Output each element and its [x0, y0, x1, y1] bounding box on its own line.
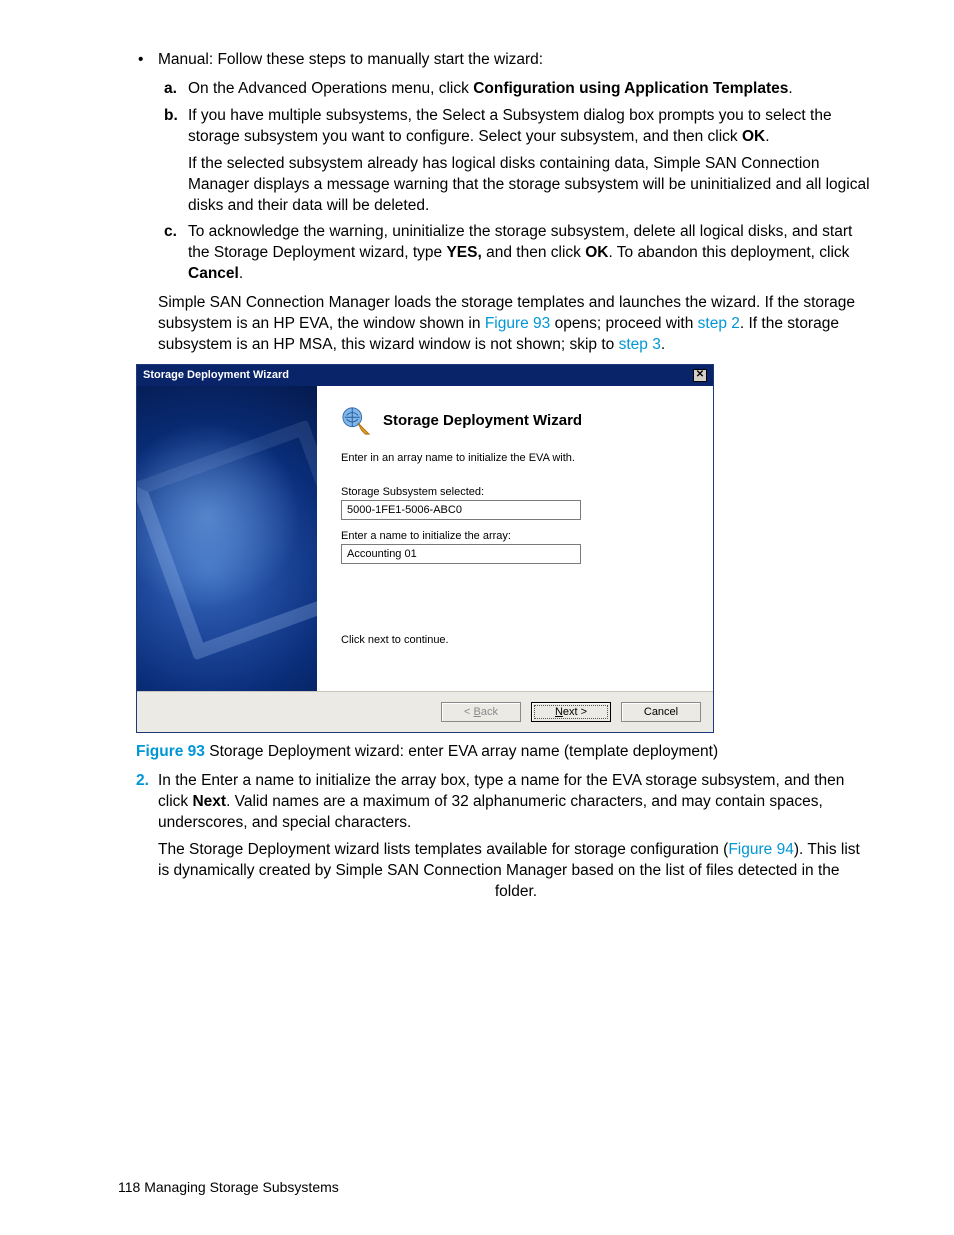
step-b: b. If you have multiple subsystems, the …: [188, 106, 874, 217]
step-c: c. To acknowledge the warning, uninitial…: [188, 222, 874, 285]
page-footer: 118 Managing Storage Subsystems: [118, 1179, 339, 1195]
cancel-button[interactable]: Cancel: [621, 702, 701, 722]
figure-93-label: Figure 93: [136, 743, 205, 760]
wizard-heading: Storage Deployment Wizard: [383, 412, 582, 429]
wizard-side-graphic: [137, 386, 317, 691]
step-c-b2: OK: [585, 244, 608, 261]
storage-deployment-wizard-dialog: Storage Deployment Wizard ✕ Storage Depl…: [136, 364, 714, 733]
array-name-field[interactable]: [341, 544, 581, 564]
close-icon[interactable]: ✕: [693, 369, 707, 382]
step-2-p2: The Storage Deployment wizard lists temp…: [158, 840, 874, 903]
link-figure-93[interactable]: Figure 93: [485, 315, 550, 332]
step-a-text: On the Advanced Operations menu, click: [188, 80, 473, 97]
step-2-bold: Next: [192, 793, 226, 810]
step-c-marker: c.: [164, 222, 177, 243]
wizard-header-row: Storage Deployment Wizard: [341, 406, 701, 436]
step-2-marker: 2.: [136, 771, 149, 792]
wizard-footer: < Back Next > Cancel: [137, 691, 713, 732]
manual-bullet-list: Manual: Follow these steps to manually s…: [118, 50, 874, 71]
next-button[interactable]: Next >: [531, 702, 611, 722]
footer-section: Managing Storage Subsystems: [140, 1179, 338, 1195]
wizard-body: Storage Deployment Wizard Enter in an ar…: [137, 386, 713, 691]
step-a-bold: Configuration using Application Template…: [473, 80, 788, 97]
wizard-continue-text: Click next to continue.: [341, 634, 701, 646]
step-b-p1b: .: [765, 128, 769, 145]
step-a-post: .: [788, 80, 792, 97]
step-c-t3: . To abandon this deployment, click: [608, 244, 849, 261]
after-alpha-paragraph: Simple SAN Connection Manager loads the …: [158, 293, 874, 356]
after-t2: opens; proceed with: [550, 315, 697, 332]
step-a-marker: a.: [164, 79, 177, 100]
step-a: a. On the Advanced Operations menu, clic…: [188, 79, 874, 100]
manual-bullet-item: Manual: Follow these steps to manually s…: [158, 50, 874, 71]
step-b-marker: b.: [164, 106, 178, 127]
after-t4: .: [661, 336, 665, 353]
step-c-b1: YES,: [446, 244, 481, 261]
step-c-b3: Cancel: [188, 265, 239, 282]
wizard-icon: [341, 406, 371, 436]
step-2-folder-line: folder.: [158, 882, 874, 903]
wizard-selected-label: Storage Subsystem selected:: [341, 486, 701, 498]
alpha-steps-list: a. On the Advanced Operations menu, clic…: [118, 79, 874, 285]
wizard-intro-text: Enter in an array name to initialize the…: [341, 452, 701, 464]
step-c-t2: and then click: [482, 244, 585, 261]
step-c-t4: .: [239, 265, 243, 282]
wizard-name-label: Enter a name to initialize the array:: [341, 530, 701, 542]
step-b-p1a: If you have multiple subsystems, the Sel…: [188, 107, 832, 145]
wizard-main: Storage Deployment Wizard Enter in an ar…: [317, 386, 713, 691]
step-b-bold: OK: [742, 128, 765, 145]
page-number: 118: [118, 1179, 140, 1195]
wizard-title: Storage Deployment Wizard: [143, 369, 289, 381]
link-figure-94[interactable]: Figure 94: [728, 841, 793, 858]
back-button: < Back: [441, 702, 521, 722]
step-b-p2: If the selected subsystem already has lo…: [188, 154, 874, 217]
link-step-3[interactable]: step 3: [619, 336, 661, 353]
link-step-2[interactable]: step 2: [698, 315, 740, 332]
step-2-p2a: The Storage Deployment wizard lists temp…: [158, 841, 728, 858]
storage-subsystem-field[interactable]: [341, 500, 581, 520]
figure-93-text: Storage Deployment wizard: enter EVA arr…: [205, 743, 718, 760]
step-2-p1b: . Valid names are a maximum of 32 alphan…: [158, 793, 823, 831]
wizard-titlebar: Storage Deployment Wizard ✕: [137, 365, 713, 386]
numbered-steps-list: 2. In the Enter a name to initialize the…: [118, 771, 874, 903]
step-2: 2. In the Enter a name to initialize the…: [158, 771, 874, 903]
figure-93-caption: Figure 93 Storage Deployment wizard: ent…: [136, 743, 874, 761]
